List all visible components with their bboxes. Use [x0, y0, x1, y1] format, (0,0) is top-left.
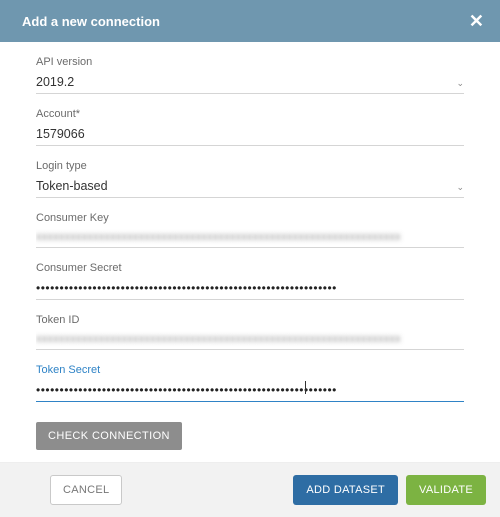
consumer-key-input[interactable]: xxxxxxxxxxxxxxxxxxxxxxxxxxxxxxxxxxxxxxxx… — [36, 228, 464, 248]
close-icon[interactable]: ✕ — [469, 12, 484, 30]
cancel-button[interactable]: CANCEL — [50, 475, 122, 505]
login-type-field: Login type Token-based ⌄ — [36, 160, 464, 198]
api-version-value: 2019.2 — [36, 72, 464, 94]
add-dataset-button[interactable]: ADD DATASET — [293, 475, 398, 505]
account-field: Account* — [36, 108, 464, 146]
account-input[interactable] — [36, 124, 464, 146]
dialog-footer: CANCEL ADD DATASET VALIDATE — [0, 462, 500, 517]
api-version-select[interactable]: 2019.2 ⌄ — [36, 72, 464, 94]
consumer-key-label: Consumer Key — [36, 212, 464, 224]
token-id-field: Token ID xxxxxxxxxxxxxxxxxxxxxxxxxxxxxxx… — [36, 314, 464, 350]
login-type-value: Token-based — [36, 176, 464, 198]
api-version-label: API version — [36, 56, 464, 68]
login-type-select[interactable]: Token-based ⌄ — [36, 176, 464, 198]
dialog-header: Add a new connection ✕ — [0, 0, 500, 42]
api-version-field: API version 2019.2 ⌄ — [36, 56, 464, 94]
token-secret-label: Token Secret — [36, 364, 464, 376]
token-id-label: Token ID — [36, 314, 464, 326]
add-connection-dialog: Add a new connection ✕ API version 2019.… — [0, 0, 500, 517]
consumer-secret-label: Consumer Secret — [36, 262, 464, 274]
token-id-input[interactable]: xxxxxxxxxxxxxxxxxxxxxxxxxxxxxxxxxxxxxxxx… — [36, 330, 464, 350]
check-connection-button[interactable]: CHECK CONNECTION — [36, 422, 182, 450]
dialog-title: Add a new connection — [22, 14, 160, 29]
dialog-body: API version 2019.2 ⌄ Account* Login type… — [0, 42, 500, 462]
token-secret-input[interactable]: ••••••••••••••••••••••••••••••••••••••••… — [36, 380, 464, 402]
account-label: Account* — [36, 108, 464, 120]
token-secret-field: Token Secret •••••••••••••••••••••••••••… — [36, 364, 464, 402]
consumer-secret-input[interactable]: ••••••••••••••••••••••••••••••••••••••••… — [36, 278, 464, 300]
consumer-key-field: Consumer Key xxxxxxxxxxxxxxxxxxxxxxxxxxx… — [36, 212, 464, 248]
login-type-label: Login type — [36, 160, 464, 172]
consumer-secret-field: Consumer Secret ••••••••••••••••••••••••… — [36, 262, 464, 300]
validate-button[interactable]: VALIDATE — [406, 475, 486, 505]
